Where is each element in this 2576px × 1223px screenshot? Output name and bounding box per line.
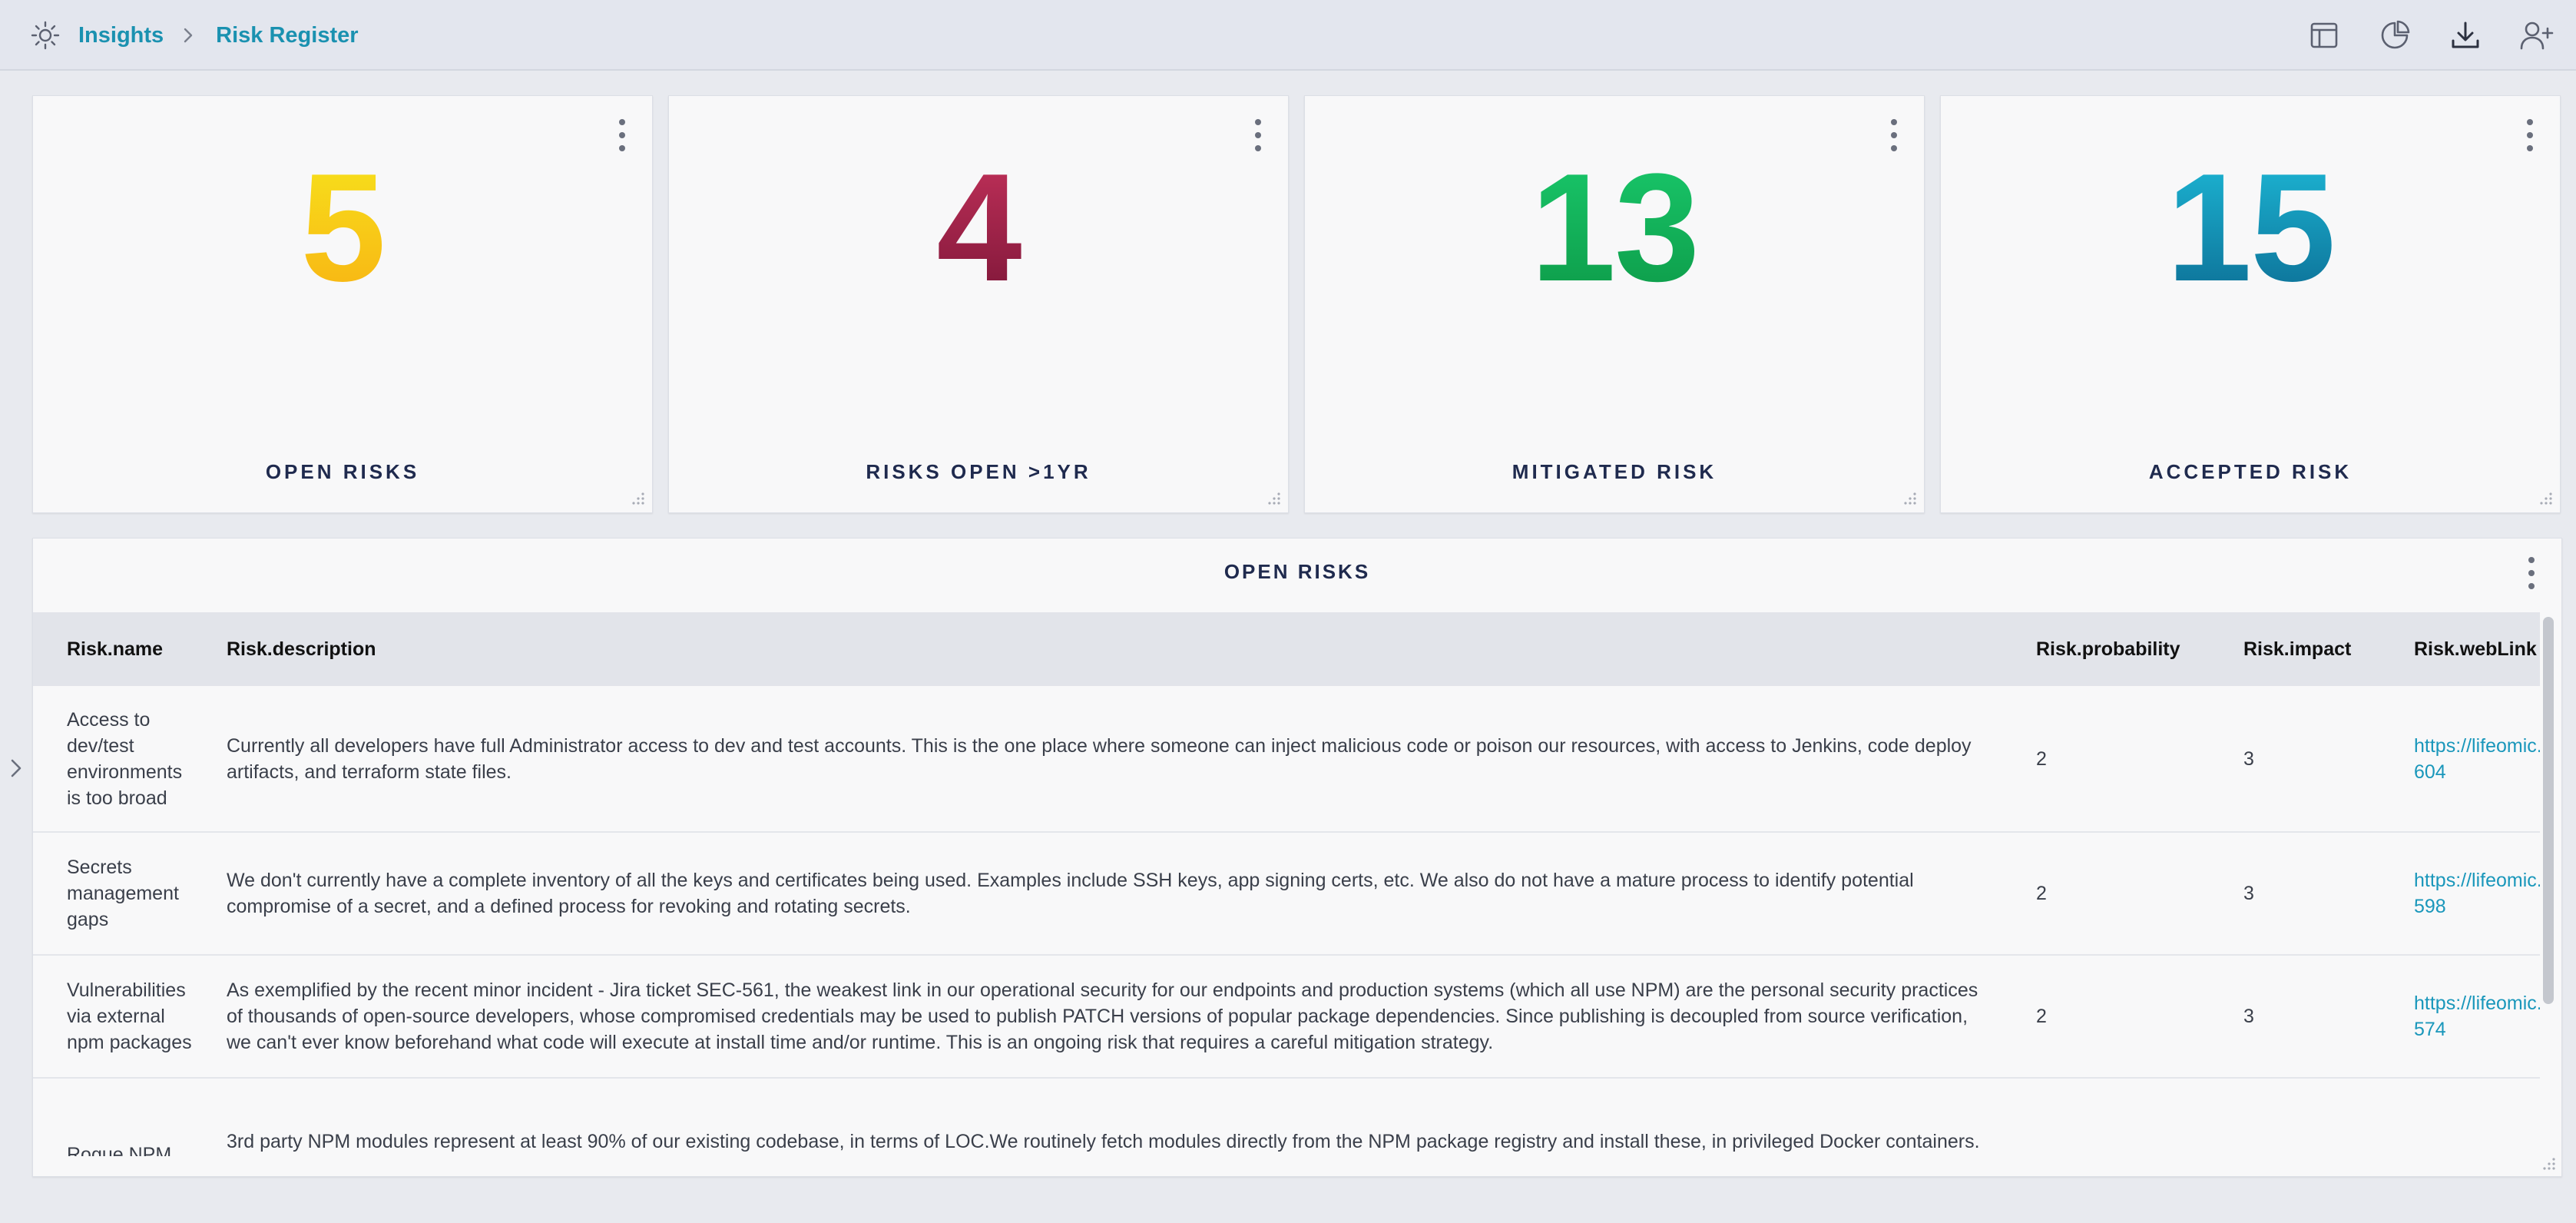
cell-risk-impact: 3 [2243,883,2254,904]
cell-risk-name: Vulnerabilities via external npm package… [67,979,192,1053]
table-row[interactable]: Rogue NPM 3rd party NPM modules represen… [33,1078,2540,1156]
cell-risk-impact: 3 [2243,747,2254,770]
more-vertical-icon[interactable] [2523,557,2540,589]
kpi-label: ACCEPTED RISK [2148,460,2353,483]
risk-table-scroll-area[interactable]: Risk.name Risk.description Risk.probabil… [33,612,2540,1156]
cell-risk-probability [2002,1078,2210,1156]
cell-risk-name: Rogue NPM [67,1144,172,1156]
column-header-weblink[interactable]: Risk.webLink [2380,612,2540,686]
risk-weblink[interactable]: https://lifeomic.a...owse/SEC-604 [2414,735,2540,783]
cell-risk-impact: 3 [2243,1006,2254,1027]
cell-risk-name: Secrets management gaps [67,857,179,930]
download-icon[interactable] [2447,17,2484,54]
kpi-value: 15 [1941,151,2560,305]
sun-icon[interactable] [28,18,63,53]
cell-risk-weblink: https://lifeomic.a...owse/SEC-604 [2380,686,2540,832]
chevron-right-icon [179,25,200,46]
breadcrumb-insights[interactable]: Insights [78,23,164,48]
breadcrumb-risk-register[interactable]: Risk Register [216,23,358,48]
column-header-impact[interactable]: Risk.impact [2210,612,2380,686]
breadcrumb: Insights Risk Register [28,0,359,71]
vertical-scrollbar[interactable] [2541,614,2557,1156]
kpi-label: OPEN RISKS [265,460,420,483]
cell-risk-weblink: https://lifeomic.a...owse/SEC-574 [2380,955,2540,1078]
more-vertical-icon[interactable] [1250,119,1266,151]
cell-risk-probability: 2 [2036,747,2047,770]
cell-risk-description: Currently all developers have full Admin… [227,734,1972,783]
more-vertical-icon[interactable] [1886,119,1902,151]
kpi-label: MITIGATED RISK [1511,460,1717,483]
cell-risk-impact [2210,1078,2380,1156]
table-row[interactable]: Vulnerabilities via external npm package… [33,955,2540,1078]
risk-weblink[interactable]: https://lifeomic.a...owse/SEC-574 [2414,993,2540,1040]
cell-risk-probability: 2 [2036,883,2047,904]
layout-icon[interactable] [2306,17,2343,54]
add-user-icon[interactable] [2518,17,2554,54]
cell-risk-weblink [2380,1078,2540,1156]
column-header-name[interactable]: Risk.name [33,612,193,686]
kpi-value: 4 [669,151,1288,305]
kpi-card-accepted-risk: 15 ACCEPTED RISK [1940,95,2561,513]
risk-table: Risk.name Risk.description Risk.probabil… [33,612,2540,1156]
pie-chart-icon[interactable] [2376,17,2413,54]
resize-handle-icon[interactable] [2538,491,2554,506]
open-risks-panel: OPEN RISKS Risk.name Risk.description Ri… [32,538,2562,1177]
cell-risk-description: 3rd party NPM modules represent at least… [227,1131,1980,1152]
cell-risk-probability: 2 [2036,1006,2047,1027]
cell-risk-description: As exemplified by the recent minor incid… [227,979,1978,1053]
risk-weblink[interactable]: https://lifeomic.a...owse/SEC-598 [2414,870,2540,917]
toolbar [2306,0,2554,71]
table-row[interactable]: Secrets management gaps We don't current… [33,832,2540,955]
panel-title: OPEN RISKS [1223,560,1371,583]
kpi-card-risks-open-1yr: 4 RISKS OPEN >1YR [668,95,1289,513]
more-vertical-icon[interactable] [2521,119,2538,151]
resize-handle-icon[interactable] [1902,491,1918,506]
more-vertical-icon[interactable] [614,119,631,151]
kpi-value: 5 [33,151,652,305]
top-bar: Insights Risk Register [0,0,2576,71]
resize-handle-icon[interactable] [631,491,646,506]
scrollbar-thumb[interactable] [2543,617,2554,1004]
expand-sidebar-chevron-icon[interactable] [6,756,26,781]
kpi-card-mitigated-risk: 13 MITIGATED RISK [1304,95,1925,513]
table-header-row: Risk.name Risk.description Risk.probabil… [33,612,2540,686]
kpi-card-open-risks: 5 OPEN RISKS [32,95,653,513]
kpi-label: RISKS OPEN >1YR [866,460,1091,483]
resize-handle-icon[interactable] [2541,1156,2557,1172]
column-header-description[interactable]: Risk.description [193,612,2002,686]
cell-risk-description: We don't currently have a complete inven… [227,870,1914,917]
column-header-probability[interactable]: Risk.probability [2002,612,2210,686]
cell-risk-name: Access to dev/test environments is too b… [67,708,183,809]
kpi-value: 13 [1305,151,1924,305]
resize-handle-icon[interactable] [1266,491,1282,506]
cell-risk-weblink: https://lifeomic.a...owse/SEC-598 [2380,832,2540,955]
table-row[interactable]: Access to dev/test environments is too b… [33,686,2540,832]
